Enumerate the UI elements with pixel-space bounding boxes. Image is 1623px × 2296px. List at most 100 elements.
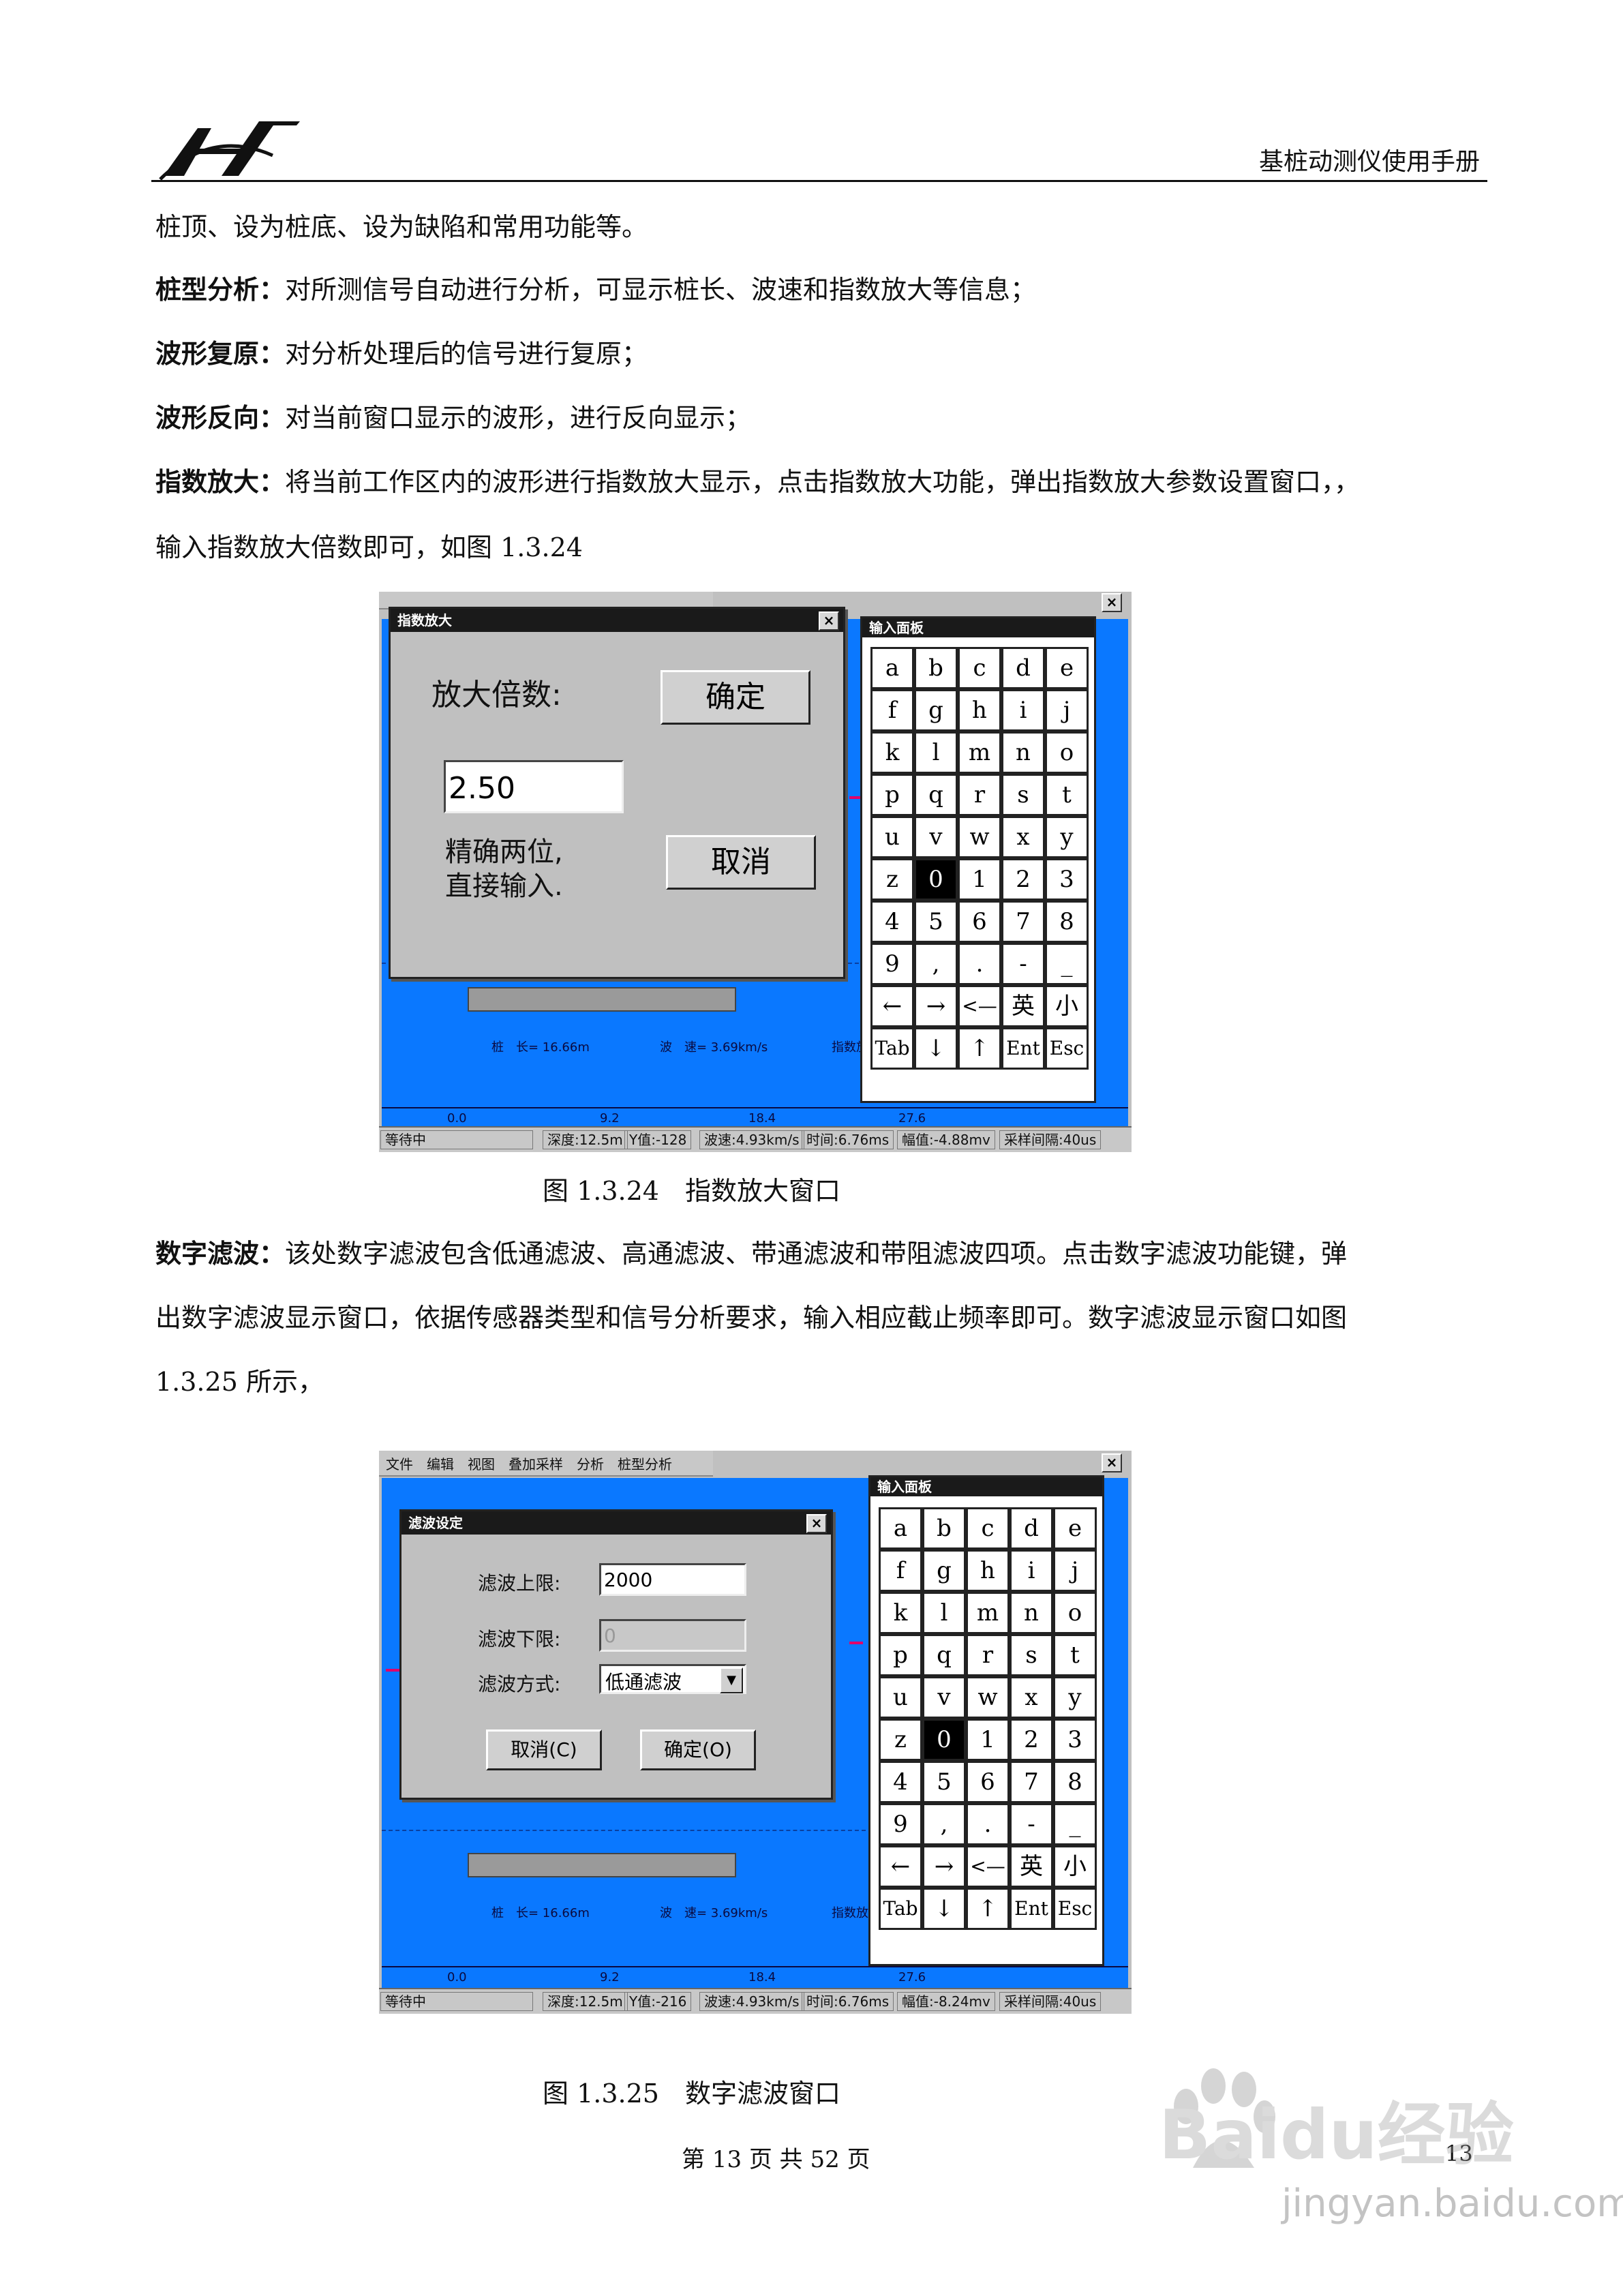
- key-button[interactable]: .: [966, 1803, 1010, 1845]
- key-button[interactable]: u: [870, 816, 914, 858]
- key-button[interactable]: d: [1001, 647, 1045, 689]
- key-button[interactable]: l: [914, 731, 958, 774]
- key-button[interactable]: l: [922, 1592, 966, 1634]
- key-button[interactable]: o: [1053, 1592, 1097, 1634]
- key-button[interactable]: Ent: [1010, 1888, 1053, 1930]
- key-button[interactable]: 英: [1010, 1845, 1053, 1888]
- key-button[interactable]: k: [879, 1592, 922, 1634]
- key-button[interactable]: g: [914, 689, 958, 731]
- key-button[interactable]: 英: [1001, 985, 1045, 1027]
- key-button[interactable]: →: [914, 985, 958, 1027]
- upper-limit-input[interactable]: 2000: [599, 1563, 746, 1596]
- cancel-button[interactable]: 取消(C): [486, 1729, 602, 1770]
- close-icon[interactable]: ×: [1102, 593, 1122, 612]
- key-button[interactable]: t: [1053, 1634, 1097, 1676]
- key-button[interactable]: 6: [958, 901, 1001, 943]
- key-button[interactable]: <—: [966, 1845, 1010, 1888]
- key-button[interactable]: ↓: [922, 1888, 966, 1930]
- key-button[interactable]: a: [879, 1507, 922, 1550]
- cancel-button[interactable]: 取消: [666, 835, 816, 890]
- key-button[interactable]: h: [966, 1550, 1010, 1592]
- key-button[interactable]: b: [922, 1507, 966, 1550]
- key-button[interactable]: f: [870, 689, 914, 731]
- key-button[interactable]: z: [870, 858, 914, 901]
- menu-item[interactable]: 分析: [577, 1453, 604, 1473]
- key-button[interactable]: t: [1045, 774, 1089, 816]
- key-button[interactable]: c: [966, 1507, 1010, 1550]
- key-button[interactable]: ,: [914, 943, 958, 985]
- key-button[interactable]: x: [1010, 1676, 1053, 1719]
- key-button[interactable]: 4: [879, 1761, 922, 1803]
- key-button[interactable]: e: [1045, 647, 1089, 689]
- key-button[interactable]: w: [966, 1676, 1010, 1719]
- key-button[interactable]: h: [958, 689, 1001, 731]
- key-button[interactable]: 3: [1045, 858, 1089, 901]
- key-button[interactable]: ↑: [966, 1888, 1010, 1930]
- close-icon[interactable]: ×: [806, 1514, 827, 1533]
- key-button[interactable]: n: [1001, 731, 1045, 774]
- key-button[interactable]: j: [1045, 689, 1089, 731]
- key-button[interactable]: Ent: [1001, 1027, 1045, 1070]
- key-button[interactable]: p: [870, 774, 914, 816]
- key-button[interactable]: 3: [1053, 1719, 1097, 1761]
- ok-button[interactable]: 确定: [661, 670, 810, 725]
- key-button[interactable]: Esc: [1045, 1027, 1089, 1070]
- close-icon[interactable]: ×: [819, 611, 839, 631]
- key-button[interactable]: _: [1053, 1803, 1097, 1845]
- menu-item[interactable]: 视图: [468, 1453, 495, 1473]
- key-button[interactable]: o: [1045, 731, 1089, 774]
- key-button[interactable]: .: [958, 943, 1001, 985]
- key-button[interactable]: →: [922, 1845, 966, 1888]
- key-button[interactable]: 1: [966, 1719, 1010, 1761]
- key-button[interactable]: Tab: [879, 1888, 922, 1930]
- key-button[interactable]: 1: [958, 858, 1001, 901]
- key-button[interactable]: s: [1010, 1634, 1053, 1676]
- key-button[interactable]: Esc: [1053, 1888, 1097, 1930]
- key-button[interactable]: ,: [922, 1803, 966, 1845]
- key-button[interactable]: c: [958, 647, 1001, 689]
- key-button[interactable]: w: [958, 816, 1001, 858]
- key-button[interactable]: -: [1001, 943, 1045, 985]
- key-button[interactable]: u: [879, 1676, 922, 1719]
- key-button[interactable]: y: [1045, 816, 1089, 858]
- key-button[interactable]: p: [879, 1634, 922, 1676]
- key-button[interactable]: m: [966, 1592, 1010, 1634]
- key-button[interactable]: d: [1010, 1507, 1053, 1550]
- key-button[interactable]: 9: [879, 1803, 922, 1845]
- key-button[interactable]: e: [1053, 1507, 1097, 1550]
- key-button[interactable]: b: [914, 647, 958, 689]
- close-icon[interactable]: ×: [1102, 1453, 1122, 1472]
- mode-select[interactable]: 低通滤波 ▼: [599, 1664, 746, 1694]
- ok-button[interactable]: 确定(O): [640, 1729, 756, 1770]
- magnify-input[interactable]: 2.50: [444, 760, 624, 813]
- menu-item[interactable]: 文件: [386, 1453, 413, 1473]
- key-button[interactable]: i: [1010, 1550, 1053, 1592]
- key-button[interactable]: -: [1010, 1803, 1053, 1845]
- key-button[interactable]: a: [870, 647, 914, 689]
- key-button[interactable]: 8: [1053, 1761, 1097, 1803]
- key-button[interactable]: 0: [922, 1719, 966, 1761]
- key-button[interactable]: f: [879, 1550, 922, 1592]
- key-button[interactable]: x: [1001, 816, 1045, 858]
- key-button[interactable]: ↑: [958, 1027, 1001, 1070]
- key-button[interactable]: ↓: [914, 1027, 958, 1070]
- key-button[interactable]: v: [914, 816, 958, 858]
- key-button[interactable]: Tab: [870, 1027, 914, 1070]
- key-button[interactable]: 4: [870, 901, 914, 943]
- chevron-down-icon[interactable]: ▼: [720, 1667, 743, 1693]
- key-button[interactable]: 6: [966, 1761, 1010, 1803]
- key-button[interactable]: r: [966, 1634, 1010, 1676]
- key-button[interactable]: r: [958, 774, 1001, 816]
- key-button[interactable]: v: [922, 1676, 966, 1719]
- key-button[interactable]: 7: [1001, 901, 1045, 943]
- key-button[interactable]: 2: [1010, 1719, 1053, 1761]
- key-button[interactable]: 小: [1045, 985, 1089, 1027]
- key-button[interactable]: j: [1053, 1550, 1097, 1592]
- key-button[interactable]: 7: [1010, 1761, 1053, 1803]
- key-button[interactable]: 5: [914, 901, 958, 943]
- menu-item[interactable]: 桩型分析: [618, 1453, 672, 1473]
- key-button[interactable]: y: [1053, 1676, 1097, 1719]
- key-button[interactable]: q: [914, 774, 958, 816]
- key-button[interactable]: k: [870, 731, 914, 774]
- key-button[interactable]: i: [1001, 689, 1045, 731]
